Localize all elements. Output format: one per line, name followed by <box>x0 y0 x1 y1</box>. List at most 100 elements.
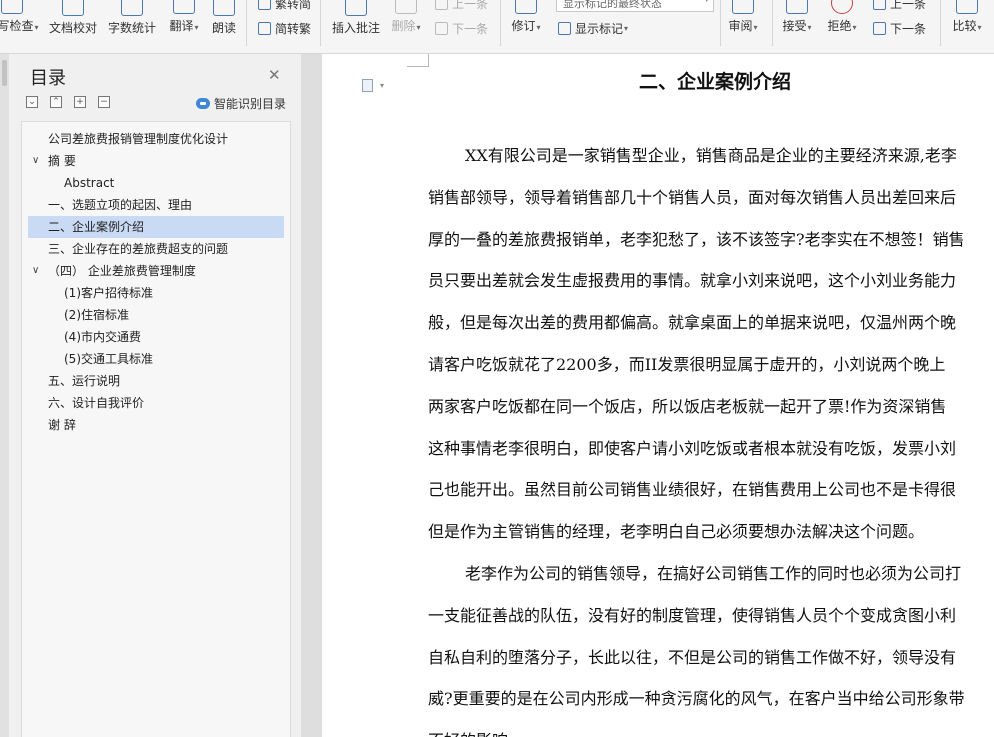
toc-item-label: 摘 要 <box>48 154 76 168</box>
prev-comment-button[interactable]: 上一条 <box>435 0 488 12</box>
toc-title: 目录 <box>30 68 66 89</box>
prev-change-icon <box>873 0 886 10</box>
doc-check-icon <box>62 0 84 16</box>
word-count-label: 字数统计 <box>107 21 156 35</box>
doc-proofread-label: 文档校对 <box>48 21 97 35</box>
paragraph-line: 两家客户吃饭都在同一个饭店，所以饭店老板就一起开了票!作为资深销售 <box>428 396 947 416</box>
toc-item[interactable]: 公司差旅费报销管理制度优化设计 <box>28 128 284 150</box>
spell-check-button[interactable]: 拼写检查▾ <box>0 0 39 44</box>
chevron-down-icon[interactable]: ▾ <box>380 81 384 90</box>
show-markup-button[interactable]: 显示标记 ▾ <box>558 20 628 37</box>
remove-heading-icon[interactable]: − <box>98 96 110 108</box>
toc-item-label: (4)市内交通费 <box>64 330 141 344</box>
toc-item-label: (1)客户招待标准 <box>64 286 153 300</box>
toc-item-label: (5)交通工具标准 <box>64 352 153 366</box>
scrollbar-thumb[interactable] <box>2 60 7 86</box>
toc-item[interactable]: 五、运行说明 <box>28 370 284 392</box>
track-changes-button[interactable]: 修订▾ <box>508 0 544 44</box>
paragraph-line: 但是作为主管销售的经理，老李明白自己必须要想办法解决这个问题。 <box>428 522 925 542</box>
read-aloud-button[interactable]: 朗读 <box>210 0 238 44</box>
read-aloud-label: 朗读 <box>211 21 236 35</box>
toc-item[interactable]: Abstract <box>28 172 284 194</box>
translate-icon <box>173 0 195 14</box>
translate-button[interactable]: 翻译▾ <box>166 0 202 44</box>
toc-item-label: 一、选题立项的起因、理由 <box>48 198 193 212</box>
review-button[interactable]: 审阅▾ <box>726 0 760 44</box>
expand-toggle-icon[interactable]: ∨ <box>32 150 39 172</box>
paragraph-line: 这种事情老李很明白，即使客户请小刘吃饭或者根本就没有吃饭，发票小刘 <box>428 438 957 458</box>
paragraph-line: 销售部领导，领导着销售部几十个销售人员，面对每次销售人员出差回来后 <box>428 187 957 207</box>
accept-button[interactable]: 接受▾ <box>780 0 814 44</box>
toc-item[interactable]: (5)交通工具标准 <box>28 348 284 370</box>
delete-comment-icon <box>395 0 417 14</box>
smart-toc-button[interactable]: 智能识别目录 <box>196 95 286 112</box>
add-heading-icon[interactable]: + <box>74 96 86 108</box>
expand-all-icon[interactable]: ⌄ <box>26 96 38 108</box>
toc-item[interactable]: ∨ （四） 企业差旅费管理制度 <box>28 260 284 282</box>
toc-item[interactable]: ∨ 摘 要 <box>28 150 284 172</box>
reject-icon <box>831 0 853 14</box>
next-comment-icon <box>435 22 448 35</box>
insert-comment-button[interactable]: 插入批注 <box>330 0 382 44</box>
next-comment-button[interactable]: 下一条 <box>435 20 488 37</box>
trad-to-simp-button[interactable]: 繁转简 <box>258 0 311 12</box>
display-status-select[interactable]: 显示标记的最终状态 ▾ <box>556 0 714 12</box>
ribbon-divider <box>320 0 321 46</box>
simp-trad-label: 简转繁 <box>275 22 312 36</box>
collapse-all-icon[interactable]: ⌃ <box>50 96 62 108</box>
paragraph-line: 不好的影响。 <box>428 731 524 737</box>
translate-label: 翻译 <box>169 19 194 33</box>
toc-item[interactable]: (2)住宿标准 <box>28 304 284 326</box>
toc-item[interactable]: (1)客户招待标准 <box>28 282 284 304</box>
toc-item[interactable]: 一、选题立项的起因、理由 <box>28 194 284 216</box>
toc-item-label: 六、设计自我评价 <box>48 396 145 410</box>
reject-button[interactable]: 拒绝▾ <box>825 0 859 44</box>
prev-comment-label: 上一条 <box>452 0 489 11</box>
compare-button[interactable]: 比较▾ <box>950 0 984 44</box>
track-changes-icon <box>515 0 537 14</box>
simp-to-trad-button[interactable]: 简转繁 <box>258 20 311 37</box>
spell-check-icon <box>1 0 23 14</box>
doc-proofread-button[interactable]: 文档校对 <box>48 0 98 44</box>
toc-item[interactable]: (4)市内交通费 <box>28 326 284 348</box>
toc-item-label: Abstract <box>64 176 115 190</box>
paragraph-line: 请客户吃饭就花了2200多，而II发票很明显属于虚开的，小刘说两个晚上 <box>428 355 946 374</box>
delete-label: 删除 <box>391 19 416 33</box>
chevron-down-icon: ▾ <box>704 0 709 5</box>
toc-item-label: (2)住宿标准 <box>64 308 129 322</box>
expand-toggle-icon[interactable]: ∨ <box>32 260 39 282</box>
prev-change-button[interactable]: 上一条 <box>873 0 926 12</box>
trad-simp-icon <box>258 0 271 10</box>
insert-comment-label: 插入批注 <box>331 21 380 35</box>
show-markup-icon <box>558 22 571 35</box>
toc-item[interactable]: 六、设计自我评价 <box>28 392 284 414</box>
review-label: 审阅 <box>728 19 753 33</box>
toc-item[interactable]: 谢 辞 <box>28 414 284 436</box>
next-change-label: 下一条 <box>890 22 927 36</box>
show-markup-label: 显示标记 <box>575 22 624 36</box>
section-heading: 二、企业案例介绍 <box>639 71 792 93</box>
toc-item-label: 公司差旅费报销管理制度优化设计 <box>48 132 229 146</box>
document-page[interactable]: ▾ 二、企业案例介绍 XX有限公司是一家销售型企业，销售商品是企业的主要经济来源… <box>322 54 994 737</box>
document-icon[interactable] <box>362 79 373 92</box>
toc-list: 公司差旅费报销管理制度优化设计 ∨ 摘 要 Abstract 一、选题立项的起因、理由二… <box>21 121 291 737</box>
next-change-button[interactable]: 下一条 <box>873 20 926 37</box>
review-icon <box>732 0 754 14</box>
toc-item-label: （四） 企业差旅费管理制度 <box>48 264 196 278</box>
paragraph-line: 般，但是每次出差的费用都偏高。就拿桌面上的单据来说吧，仅温州两个晚 <box>428 313 957 333</box>
close-icon[interactable]: ✕ <box>268 66 281 84</box>
ribbon-divider <box>246 0 247 46</box>
toc-sidebar: 目录 ✕ ⌄ ⌃ + − 智能识别目录 公司差旅费报销管理制度优化设计 ∨ 摘 要 A… <box>0 54 301 737</box>
toc-item[interactable]: 二、企业案例介绍 <box>28 216 284 238</box>
compare-icon <box>956 0 978 14</box>
word-count-button[interactable]: 字数统计 <box>107 0 157 44</box>
simp-trad-icon <box>258 22 271 35</box>
toc-item[interactable]: 三、企业存在的差旅费超支的问题 <box>28 238 284 260</box>
paragraph-line: 员只要出差就会发生虚报费用的事情。就拿小刘来说吧，这个小刘业务能力 <box>428 271 957 291</box>
sidebar-scrollbar[interactable] <box>0 54 9 737</box>
delete-comment-button[interactable]: 删除▾ <box>389 0 423 44</box>
spell-check-label: 拼写检查 <box>0 19 34 33</box>
track-changes-label: 修订 <box>511 19 536 33</box>
display-status-value: 显示标记的最终状态 <box>563 0 662 10</box>
compare-label: 比较 <box>952 19 977 33</box>
